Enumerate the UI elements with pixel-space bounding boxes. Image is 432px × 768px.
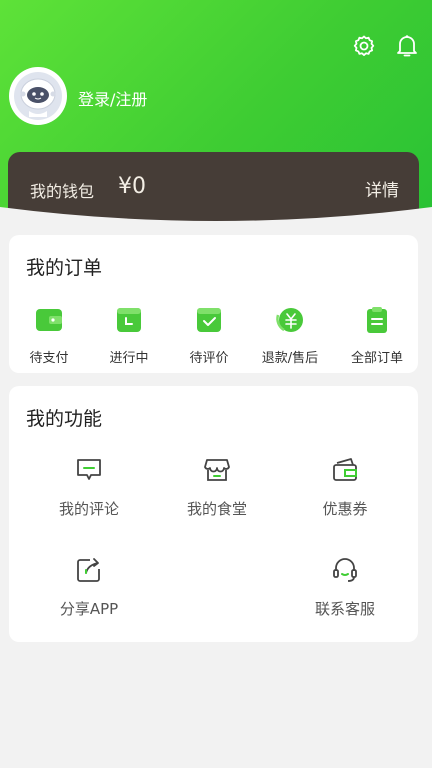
func-coupons[interactable]: 优惠券 <box>295 456 395 519</box>
order-in-progress[interactable]: 进行中 <box>89 305 169 366</box>
func-label: 分享APP <box>59 600 119 618</box>
func-label: 我的评论 <box>58 500 119 518</box>
order-label: 进行中 <box>109 351 149 366</box>
robot-avatar-icon <box>14 72 62 120</box>
functions-title: 我的功能 <box>26 408 103 430</box>
func-contact-service[interactable]: 联系客服 <box>295 556 395 619</box>
bell-icon[interactable] <box>396 34 418 58</box>
order-all[interactable]: 全部订单 <box>337 305 417 366</box>
func-label: 联系客服 <box>314 600 375 618</box>
orders-card: 我的订单 待支付 进行中 待评价 退款/售后 全部订单 <box>9 235 418 373</box>
func-label: 优惠券 <box>322 500 368 518</box>
headset-icon <box>333 558 357 582</box>
comment-icon <box>77 459 101 480</box>
yuan-refund-icon <box>276 308 303 332</box>
functions-card: 我的功能 我的评论 我的食堂 优惠券 分享APP 联系客服 <box>9 386 418 642</box>
order-pending-payment[interactable]: 待支付 <box>9 305 89 366</box>
avatar[interactable] <box>9 67 67 125</box>
login-register-link[interactable]: 登录/注册 <box>78 86 147 110</box>
coupon-icon <box>333 458 357 481</box>
func-my-comments[interactable]: 我的评论 <box>39 456 139 519</box>
order-to-review[interactable]: 待评价 <box>169 305 249 366</box>
func-share-app[interactable]: 分享APP <box>39 556 139 619</box>
order-label: 全部订单 <box>350 351 403 366</box>
order-label: 待支付 <box>29 351 69 366</box>
func-label: 我的食堂 <box>186 500 247 518</box>
order-refund[interactable]: 退款/售后 <box>250 305 330 366</box>
order-label: 待评价 <box>189 351 229 366</box>
gear-icon[interactable] <box>352 34 376 58</box>
clock-icon <box>117 308 141 332</box>
orders-title: 我的订单 <box>26 257 103 279</box>
clipboard-icon <box>367 307 387 333</box>
check-box-icon <box>197 308 221 332</box>
order-label: 退款/售后 <box>261 351 319 366</box>
func-my-canteen[interactable]: 我的食堂 <box>167 456 267 519</box>
wallet-icon <box>36 309 62 331</box>
header-actions <box>352 34 418 58</box>
store-icon <box>204 459 230 481</box>
wave-divider <box>0 207 432 233</box>
share-icon <box>77 558 100 582</box>
